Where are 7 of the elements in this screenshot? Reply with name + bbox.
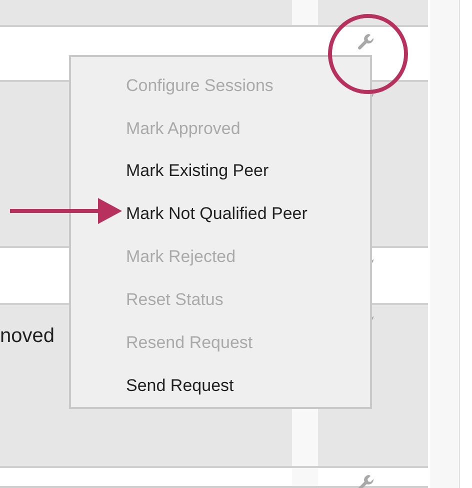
column-strip — [292, 0, 318, 25]
menu-item[interactable]: Send Request — [71, 364, 370, 407]
row-text: noved — [0, 324, 54, 349]
wrench-icon[interactable] — [356, 32, 376, 52]
menu-item[interactable]: Mark Existing Peer — [71, 150, 370, 193]
menu-item[interactable]: Mark Not Qualified Peer — [71, 192, 370, 236]
wrench-icon[interactable] — [356, 473, 376, 488]
